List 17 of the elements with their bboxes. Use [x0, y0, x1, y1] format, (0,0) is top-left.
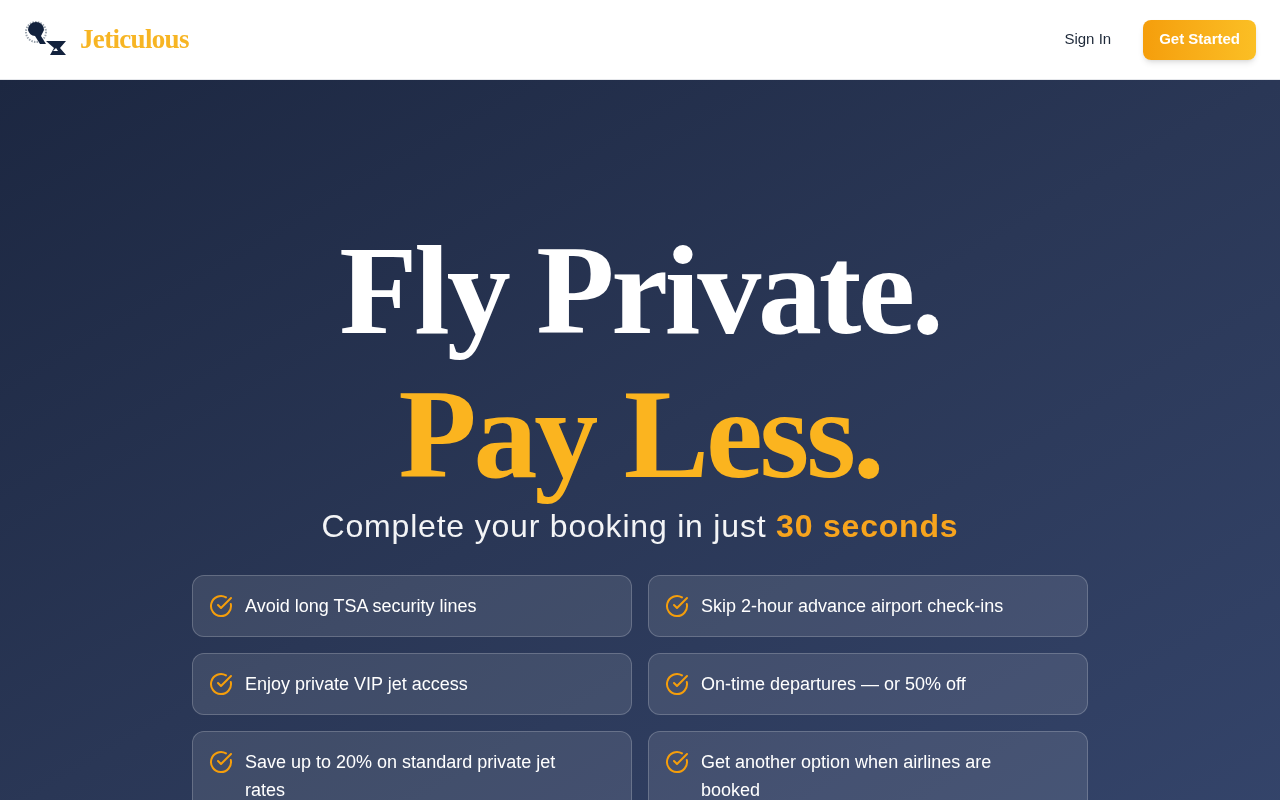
feature-text: Enjoy private VIP jet access	[245, 673, 468, 696]
feature-text: Get another option when airlines are booked	[701, 751, 993, 800]
headline: Fly Private.	[339, 218, 941, 362]
check-circle-icon	[209, 594, 233, 618]
check-circle-icon	[209, 672, 233, 696]
check-circle-icon	[665, 750, 689, 774]
feature-text: Skip 2-hour advance airport check-ins	[701, 595, 1004, 618]
sign-in-link[interactable]: Sign In	[1064, 28, 1112, 51]
feature-text: On-time departures — or 50% off	[701, 673, 966, 696]
brand-name: Jeticulous	[80, 23, 189, 57]
check-circle-icon	[209, 750, 233, 774]
check-circle-icon	[665, 672, 689, 696]
headline-accent: Pay Less.	[397, 362, 883, 506]
feature-text: Save up to 20% on standard private jet rates	[245, 751, 557, 800]
subtitle: Complete your booking in just 30 seconds	[321, 507, 959, 546]
check-circle-icon	[665, 594, 689, 618]
feature-text: Avoid long TSA security lines	[245, 595, 477, 618]
